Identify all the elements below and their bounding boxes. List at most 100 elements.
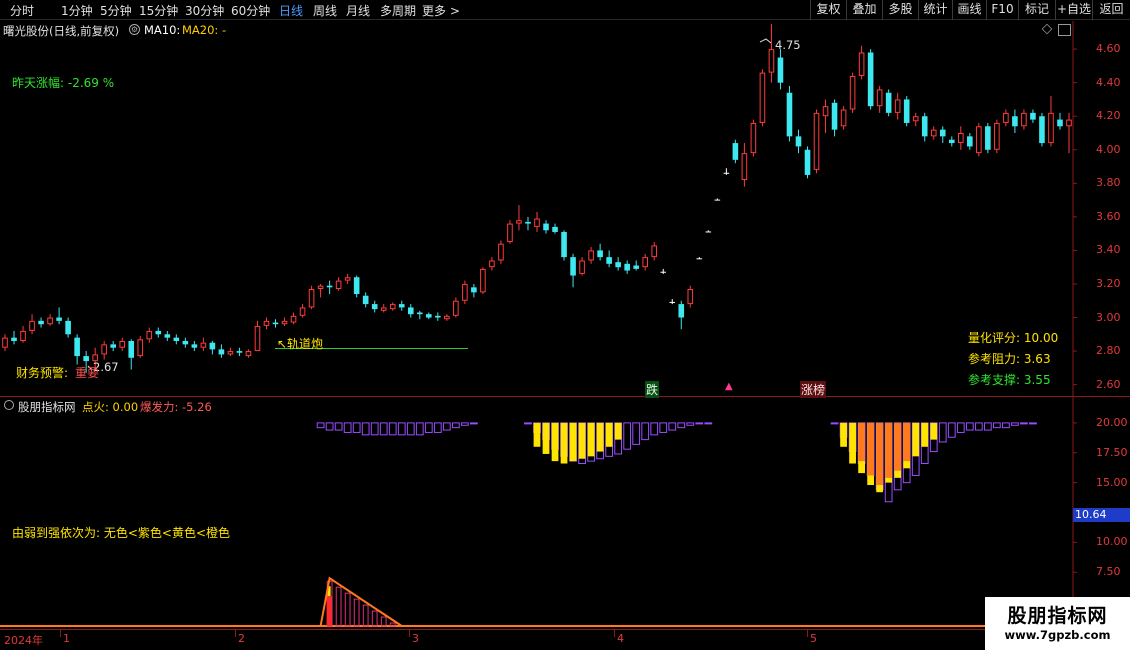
month-tick	[60, 629, 61, 637]
candle	[335, 277, 342, 291]
indicator-panel[interactable]: 股朋指标网 点火: 0.00 爆发力: -5.26 由弱到强依次为: 无色<紫色…	[0, 397, 1130, 629]
candle	[74, 334, 80, 365]
period-tab-5[interactable]: 60分钟	[231, 2, 270, 19]
candle	[994, 119, 1000, 154]
candle	[299, 304, 306, 318]
indicator-settings-icon[interactable]	[4, 400, 14, 410]
yellow-bar	[605, 422, 613, 447]
indicator-name[interactable]: 股朋指标网	[18, 399, 76, 415]
period-tab-9[interactable]: 多周期	[380, 2, 416, 19]
toolbar-button-7[interactable]: +自选	[1055, 0, 1092, 20]
period-tab-8[interactable]: 月线	[346, 2, 370, 19]
candle	[389, 302, 396, 311]
window-toggle-icon[interactable]	[1058, 24, 1071, 36]
watermark-url: www.7gpzb.com	[1004, 628, 1111, 642]
toolbar-button-8[interactable]: 返回	[1092, 0, 1130, 20]
toolbar-button-2[interactable]: 多股	[882, 0, 918, 20]
purple-bar	[352, 422, 361, 433]
candle	[985, 122, 991, 154]
candle	[326, 280, 333, 295]
candle	[38, 317, 44, 328]
orange-bar	[894, 422, 902, 471]
candle	[380, 304, 387, 313]
finance-warning-tag[interactable]: 重要	[75, 364, 99, 381]
fall-marker[interactable]: 跌	[645, 381, 660, 398]
period-tab-6[interactable]: 日线	[279, 2, 303, 19]
candle	[426, 312, 432, 320]
candle	[921, 112, 928, 142]
stock-title[interactable]: 曙光股份(日线,前复权)	[3, 23, 119, 39]
track-cannon-annotation: ↖轨道炮	[277, 337, 324, 351]
orange-bar	[867, 422, 875, 476]
purple-bar	[361, 422, 370, 436]
toolbar-button-4[interactable]: 画线	[952, 0, 986, 20]
candle	[696, 257, 703, 260]
purple-bar	[370, 422, 379, 436]
purple-bar	[460, 422, 469, 426]
indicator-chart[interactable]	[0, 397, 1130, 629]
candle	[236, 347, 243, 357]
candle	[1012, 109, 1018, 133]
high-price-label: 4.75	[775, 38, 801, 52]
purple-bar	[1029, 422, 1037, 425]
toolbar-button-6[interactable]: 标记	[1018, 0, 1055, 20]
orange-bar	[858, 422, 865, 462]
purple-bar	[695, 422, 704, 425]
toolbar-button-1[interactable]: 叠加	[846, 0, 882, 20]
candle	[958, 126, 964, 150]
candlestick-chart[interactable]	[0, 21, 1130, 397]
period-tab-0[interactable]: 分时	[10, 2, 34, 19]
candle	[317, 283, 324, 298]
candle	[687, 285, 694, 308]
spike-bar	[353, 598, 360, 627]
price-tick-label: 4.60	[1096, 42, 1121, 56]
candle	[308, 285, 315, 310]
candle	[561, 230, 567, 261]
purple-bar	[965, 422, 974, 431]
yellow-bar	[569, 422, 577, 462]
ma20-label: MA20: -	[182, 23, 227, 37]
settings-circle-icon[interactable]: ⚙	[129, 24, 140, 35]
purple-bar	[686, 422, 695, 426]
candle	[768, 23, 775, 83]
candle	[263, 317, 270, 330]
candle	[858, 45, 865, 80]
candle	[570, 253, 576, 288]
candle	[11, 330, 17, 345]
price-tick-label: 2.60	[1096, 377, 1121, 391]
up-arrow-marker[interactable]: ▲	[725, 381, 733, 392]
toolbar-button-5[interactable]: F10	[986, 0, 1018, 20]
toolbar-button-0[interactable]: 复权	[810, 0, 846, 20]
period-tab-7[interactable]: 周线	[313, 2, 337, 19]
candle	[732, 139, 739, 164]
yellow-bar	[840, 422, 847, 447]
month-tick	[235, 629, 236, 637]
purple-bar	[659, 422, 668, 433]
candle	[398, 300, 405, 311]
limit-up-marker[interactable]: 涨榜	[800, 381, 827, 398]
purple-bar	[1002, 422, 1010, 429]
toolbar-button-3[interactable]: 统计	[918, 0, 952, 20]
candle	[200, 337, 207, 352]
ma10-label: MA10:	[144, 23, 181, 37]
period-tab-2[interactable]: 5分钟	[100, 2, 132, 19]
candle	[525, 216, 531, 231]
period-tab-1[interactable]: 1分钟	[61, 2, 93, 19]
candle	[786, 86, 793, 142]
purple-bar	[379, 422, 388, 436]
period-tab-10[interactable]: 更多 >	[422, 2, 460, 19]
candle	[281, 317, 288, 326]
purple-bar	[650, 422, 659, 436]
purple-bar	[316, 422, 325, 429]
period-tab-4[interactable]: 30分钟	[185, 2, 224, 19]
candle	[822, 99, 829, 133]
candle	[885, 89, 892, 117]
candle	[2, 334, 8, 352]
candle	[804, 146, 811, 179]
candle	[660, 268, 667, 274]
purple-bar	[1020, 422, 1028, 425]
period-tab-3[interactable]: 15分钟	[139, 2, 178, 19]
candle	[56, 307, 62, 325]
price-tick-label: 3.60	[1096, 209, 1121, 223]
candlestick-panel[interactable]: 曙光股份(日线,前复权) ⚙ MA10: MA20: - 昨天涨幅: -2.69…	[0, 21, 1130, 398]
